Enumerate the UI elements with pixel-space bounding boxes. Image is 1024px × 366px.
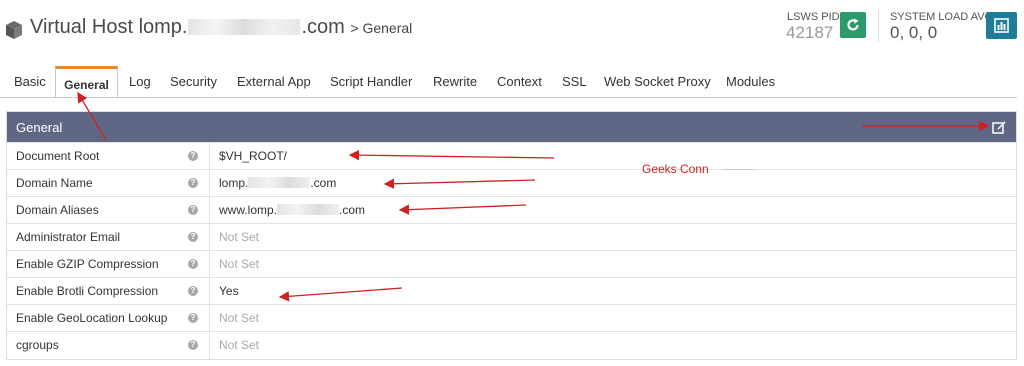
row-value: www.lomp. .com — [219, 203, 366, 217]
redacted-text — [188, 19, 301, 35]
help-icon[interactable]: ? — [188, 286, 198, 296]
breadcrumb: > General — [350, 20, 413, 36]
help-icon[interactable]: ? — [188, 259, 198, 269]
row-enable-gzip-compression: Enable GZIP Compression ? Not Set — [7, 250, 1016, 278]
tab-rewrite[interactable]: Rewrite — [433, 74, 477, 89]
tab-external-app[interactable]: External App — [237, 74, 311, 89]
row-value: $VH_ROOT/ — [219, 149, 288, 163]
row-value: Not Set — [219, 257, 260, 271]
row-administrator-email: Administrator Email ? Not Set — [7, 223, 1016, 251]
page-title: Virtual Host lomp. .com > General — [30, 16, 413, 38]
panel-title: General — [16, 120, 63, 135]
row-label: Enable Brotli Compression — [16, 284, 159, 298]
column-divider — [209, 305, 210, 332]
row-enable-brotli-compression: Enable Brotli Compression ? Yes — [7, 277, 1016, 305]
column-divider — [209, 224, 210, 251]
help-icon[interactable]: ? — [188, 232, 198, 242]
column-divider — [209, 332, 210, 359]
refresh-icon — [847, 18, 859, 31]
cube-icon — [6, 21, 22, 39]
row-label: Domain Name — [16, 176, 93, 190]
tab-security[interactable]: Security — [170, 74, 217, 89]
stats-button[interactable] — [986, 12, 1017, 39]
row-label: cgroups — [16, 338, 59, 352]
row-domain-aliases: Domain Aliases ? www.lomp. .com — [7, 196, 1016, 224]
panel-header: General — [7, 112, 1016, 142]
help-icon[interactable]: ? — [188, 313, 198, 323]
tab-ssl[interactable]: SSL — [562, 74, 587, 89]
help-icon[interactable]: ? — [188, 151, 198, 161]
row-document-root: Document Root ? $VH_ROOT/ — [7, 142, 1016, 170]
row-cgroups: cgroups ? Not Set — [7, 331, 1016, 359]
edit-icon[interactable] — [992, 120, 1006, 134]
tab-bar: Basic General Log Security External App … — [0, 66, 1017, 98]
column-divider — [209, 251, 210, 278]
row-value: Not Set — [219, 311, 260, 325]
column-divider — [209, 197, 210, 224]
watermark-text: Geeks Conn — [642, 162, 709, 176]
help-icon[interactable]: ? — [188, 178, 198, 188]
help-icon[interactable]: ? — [188, 205, 198, 215]
tab-script-handler[interactable]: Script Handler — [330, 74, 412, 89]
row-label: Enable GZIP Compression — [16, 257, 159, 271]
tab-context[interactable]: Context — [497, 74, 542, 89]
row-value: Not Set — [219, 230, 260, 244]
tab-log[interactable]: Log — [129, 74, 151, 89]
row-value: lomp. .com — [219, 176, 337, 190]
restart-button[interactable] — [840, 12, 866, 38]
page-header: Virtual Host lomp. .com > General LSWS PI… — [0, 0, 1024, 62]
load-label: SYSTEM LOAD AVG — [890, 11, 994, 23]
row-label: Document Root — [16, 149, 100, 163]
tab-general[interactable]: General — [55, 66, 118, 97]
header-divider — [878, 10, 879, 42]
general-panel: General Document Root ? $VH_ROOT/ Domain… — [6, 111, 1017, 360]
pid-value: 42187 — [786, 23, 834, 42]
row-enable-geolocation-lookup: Enable GeoLocation Lookup ? Not Set — [7, 304, 1016, 332]
column-divider — [209, 278, 210, 305]
redacted-text — [248, 177, 311, 188]
tab-basic[interactable]: Basic — [14, 74, 46, 89]
bar-chart-icon — [994, 18, 1009, 33]
row-value: Yes — [219, 284, 239, 298]
column-divider — [209, 143, 210, 170]
row-label: Administrator Email — [16, 230, 121, 244]
tab-web-socket-proxy[interactable]: Web Socket Proxy — [604, 74, 711, 89]
row-domain-name: Domain Name ? lomp. .com — [7, 169, 1016, 197]
help-icon[interactable]: ? — [188, 340, 198, 350]
watermark-line — [722, 169, 754, 170]
tab-modules[interactable]: Modules — [726, 74, 775, 89]
pid-label: LSWS PID — [787, 11, 840, 23]
redacted-text — [277, 204, 340, 215]
column-divider — [209, 170, 210, 197]
row-value: Not Set — [219, 338, 260, 352]
row-label: Enable GeoLocation Lookup — [16, 311, 168, 325]
load-value: 0, 0, 0 — [890, 23, 938, 42]
row-label: Domain Aliases — [16, 203, 99, 217]
